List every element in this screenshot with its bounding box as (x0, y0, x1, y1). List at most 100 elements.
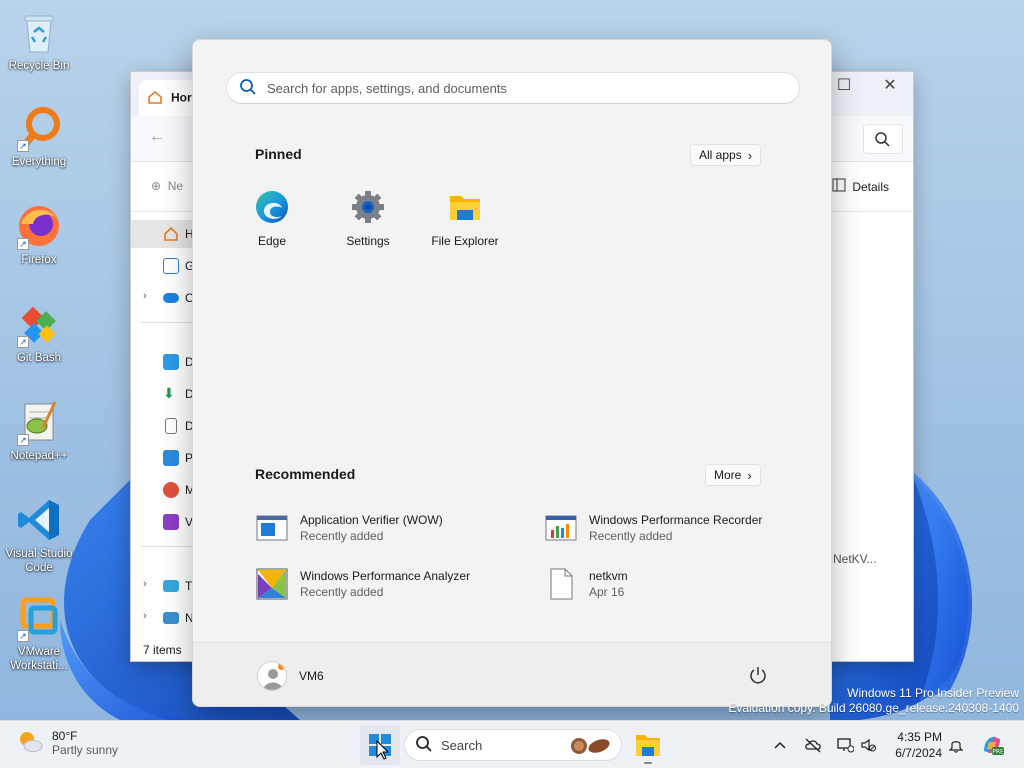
settings-gear-icon (351, 190, 385, 224)
nav-item-home[interactable]: H (131, 220, 194, 248)
close-button[interactable]: ✕ (867, 72, 913, 102)
network-icon (163, 612, 179, 624)
desktop-icon-label: Firefox (21, 254, 57, 266)
chevron-up-icon[interactable] (772, 737, 788, 753)
perf-recorder-icon (545, 512, 577, 544)
search-icon (415, 735, 433, 756)
desktop-folder-icon (163, 354, 179, 370)
desktop-icon-label: VMware Workstati... (10, 646, 68, 672)
desktop-icon-firefox[interactable]: ↗ Firefox (1, 202, 77, 267)
recommended-item-subtitle: Recently added (300, 529, 384, 543)
recommended-item[interactable]: Application Verifier (WOW) Recently adde… (256, 508, 526, 548)
nav-item-network[interactable]: › N (131, 604, 194, 632)
recommended-item-name: netkvm (589, 569, 628, 583)
desktop-icon-notepad-plus-plus[interactable]: ↗ Notepad++ (1, 398, 77, 463)
search-icon (875, 132, 890, 147)
pinned-section-title: Pinned (255, 146, 302, 162)
nav-item-onedrive[interactable]: › O (131, 284, 194, 312)
taskbar-search-box[interactable]: Search (404, 729, 622, 761)
notepad-plus-plus-icon: ↗ (15, 398, 63, 446)
weather-description: Partly sunny (52, 742, 119, 757)
desktop-icon-git-bash[interactable]: ↗ Git Bash (1, 300, 77, 365)
recommended-item[interactable]: Windows Performance Recorder Recently ad… (545, 508, 815, 548)
recommended-item[interactable]: netkvm Apr 16 (545, 564, 815, 604)
downloads-icon: ⬇ (163, 385, 175, 401)
desktop-icon-label: Visual Studio Code (5, 548, 73, 574)
taskbar-file-explorer[interactable] (628, 725, 668, 765)
edge-icon (255, 190, 289, 224)
file-explorer-icon (448, 190, 482, 224)
start-menu: Pinned All apps › Edge Settings File Exp… (192, 39, 832, 707)
everything-search-icon: ↗ (15, 104, 63, 152)
user-account-button[interactable]: VM6 (257, 661, 324, 691)
nav-item-videos[interactable]: V (131, 508, 193, 536)
vscode-icon (15, 496, 63, 544)
taskbar-search-label: Search (441, 737, 483, 753)
nav-item-desktop[interactable]: D (131, 348, 194, 376)
desktop-icon-label: Notepad++ (10, 450, 68, 462)
copilot-icon[interactable]: PRE (980, 733, 1004, 757)
notification-dot-icon (278, 663, 285, 670)
nav-divider (141, 546, 193, 547)
user-name: VM6 (299, 669, 324, 683)
volume-muted-icon[interactable] (860, 737, 876, 753)
network-display-icon[interactable] (836, 737, 855, 753)
explorer-navigation-pane: H G › O D ⬇ D D P M V › T › N (131, 212, 195, 639)
details-label: Details (852, 179, 889, 194)
firefox-icon: ↗ (15, 202, 63, 250)
git-bash-icon: ↗ (15, 300, 63, 348)
search-icon (239, 78, 257, 99)
start-search-box[interactable] (226, 72, 800, 104)
pinned-app-edge[interactable]: Edge (227, 190, 317, 248)
recommended-item[interactable]: Windows Performance Analyzer Recently ad… (256, 564, 526, 604)
explorer-search-button[interactable] (863, 124, 903, 154)
details-button[interactable]: Details (832, 178, 889, 195)
pinned-app-label: Edge (257, 234, 287, 248)
desktop-icon-recycle-bin[interactable]: Recycle Bin (1, 8, 77, 73)
more-label: More (714, 468, 742, 482)
notification-bell-icon[interactable] (948, 737, 964, 753)
pinned-app-file-explorer[interactable]: File Explorer (420, 190, 510, 248)
home-icon (147, 90, 163, 107)
chevron-right-icon[interactable]: › (143, 578, 147, 590)
desktop-icon-label: Recycle Bin (8, 60, 70, 72)
file-item-label[interactable]: NetKV... (833, 552, 877, 566)
back-arrow-icon[interactable]: ← (149, 128, 165, 146)
explorer-status-bar: 7 items (143, 643, 182, 657)
weather-widget[interactable]: 80°F Partly sunny (16, 727, 118, 758)
nav-item-pictures[interactable]: P (131, 444, 193, 472)
recommended-item-subtitle: Apr 16 (589, 585, 625, 599)
desktop-icon-everything[interactable]: ↗ Everything (1, 104, 77, 169)
pinned-app-settings[interactable]: Settings (323, 190, 413, 248)
app-verifier-icon (256, 512, 288, 544)
power-button[interactable] (747, 664, 769, 686)
watermark-line-2: Evaluation copy. Build 26080.ge_release.… (728, 701, 1019, 715)
cloud-offline-icon[interactable] (804, 737, 821, 753)
more-button[interactable]: More › (705, 464, 761, 486)
nav-item-this-pc[interactable]: › T (131, 572, 193, 600)
chevron-right-icon[interactable]: › (143, 610, 147, 622)
documents-icon (165, 418, 177, 434)
recommended-item-subtitle: Recently added (589, 529, 673, 543)
all-apps-button[interactable]: All apps › (690, 144, 762, 166)
chevron-right-icon[interactable]: › (143, 290, 147, 302)
start-button[interactable] (360, 725, 400, 765)
recommended-item-name: Windows Performance Recorder (589, 513, 763, 527)
desktop-icon-label: Git Bash (16, 352, 62, 364)
search-highlight-icon (569, 736, 613, 759)
plus-circle-icon: ⊕ (151, 179, 162, 193)
power-icon (750, 667, 766, 684)
system-clock[interactable]: 4:35 PM 6/7/2024 (888, 729, 942, 761)
new-button[interactable]: ⊕ Ne (151, 179, 183, 193)
nav-item-documents[interactable]: D (131, 412, 194, 440)
nav-item-music[interactable]: M (131, 476, 195, 504)
nav-item-downloads[interactable]: ⬇ D (131, 380, 194, 408)
start-search-input[interactable] (267, 80, 767, 96)
desktop-icon-vscode[interactable]: Visual Studio Code (1, 496, 77, 575)
nav-item-gallery[interactable]: G (131, 252, 194, 280)
gallery-icon (163, 258, 179, 274)
weather-temperature: 80°F (52, 728, 78, 743)
recommended-item-subtitle: Recently added (300, 585, 384, 599)
home-icon (163, 226, 179, 242)
desktop-icon-vmware[interactable]: ↗ VMware Workstati... (1, 594, 77, 673)
